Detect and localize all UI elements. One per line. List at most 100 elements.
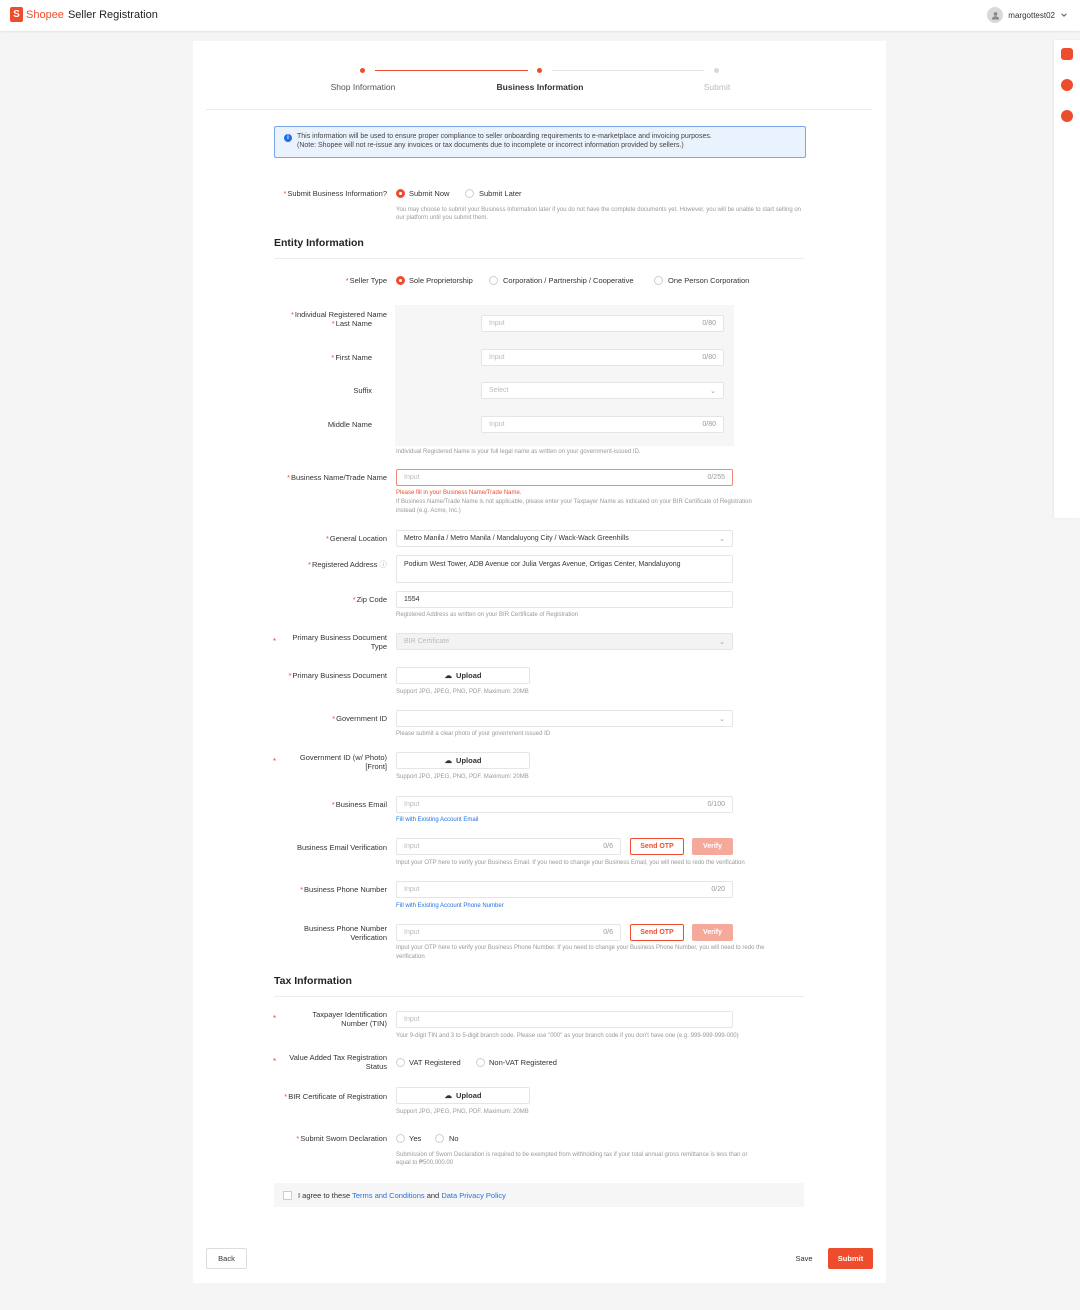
bir-hint: Support JPG, JPEG, PNG, PDF. Maximum: 20… — [396, 1109, 529, 1115]
sworn-no-label[interactable]: No — [449, 1134, 459, 1143]
registered-address-input[interactable]: Podium West Tower, ADB Avenue cor Julia … — [396, 555, 733, 583]
primary-doc-type-select: BIR Certificate ⌄ — [396, 633, 733, 650]
government-id-photo-hint: Support JPG, JPEG, PNG, PDF. Maximum: 20… — [396, 774, 529, 780]
email-verification-hint: Input your OTP here to verify your Busin… — [396, 860, 745, 866]
business-name-hint-2: instead (e.g. Acme, Inc.) — [396, 508, 461, 514]
notification-icon[interactable] — [1061, 48, 1073, 60]
agree-checkbox[interactable] — [283, 1191, 292, 1200]
phone-verification-hint-1: Input your OTP here to verify your Busin… — [396, 945, 765, 951]
zip-code-hint: Registered Address as written on your BI… — [396, 612, 579, 618]
first-name-input[interactable]: Input 0/80 — [481, 349, 724, 366]
phone-otp-input[interactable]: Input 0/6 — [396, 924, 621, 941]
shopee-logo[interactable]: S Shopee Seller Registration — [10, 7, 158, 22]
upload-icon: ☁ — [444, 756, 453, 765]
entity-information-title: Entity Information — [274, 237, 364, 249]
chevron-down-icon: ⌄ — [719, 715, 725, 723]
business-name-hint-1: If Business Name/Trade Name is not appli… — [396, 499, 752, 505]
tin-label: Taxpayer Identification Number (TIN) — [312, 1010, 387, 1028]
submit-now-label[interactable]: Submit Now — [409, 189, 449, 198]
upload-icon: ☁ — [444, 671, 453, 680]
sworn-no-radio[interactable] — [435, 1134, 444, 1143]
terms-link[interactable]: Terms and Conditions — [352, 1191, 425, 1200]
registered-address-label: *Registered Address ⓘ — [308, 560, 387, 569]
user-menu[interactable]: margottest02 — [987, 7, 1068, 23]
back-button[interactable]: Back — [206, 1248, 247, 1269]
chevron-down-icon — [1061, 13, 1067, 17]
step-business-information: Business Information — [496, 82, 584, 92]
required-mark: * — [273, 1014, 277, 1023]
email-verify-button[interactable]: Verify — [692, 838, 733, 855]
suffix-label: Suffix — [353, 386, 372, 395]
step-submit: Submit — [703, 82, 731, 92]
vat-registered-label[interactable]: VAT Registered — [409, 1058, 461, 1067]
middle-name-label: Middle Name — [327, 420, 372, 429]
step-dot-submit — [714, 68, 719, 73]
bir-upload-button[interactable]: ☁ Upload — [396, 1087, 530, 1104]
corporation-label[interactable]: Corporation / Partnership / Cooperative — [503, 276, 634, 285]
phone-send-otp-button[interactable]: Send OTP — [630, 924, 684, 941]
submit-later-radio[interactable] — [465, 189, 474, 198]
submit-now-radio[interactable] — [396, 189, 405, 198]
vat-status-label: Value Added Tax Registration Status — [289, 1053, 387, 1071]
vat-registered-radio[interactable] — [396, 1058, 405, 1067]
email-otp-input[interactable]: Input 0/6 — [396, 838, 621, 855]
one-person-corporation-label[interactable]: One Person Corporation — [668, 276, 749, 285]
submit-button[interactable]: Submit — [828, 1248, 873, 1269]
business-name-input[interactable]: Input 0/255 — [396, 469, 733, 486]
sworn-declaration-label: *Submit Sworn Declaration — [296, 1134, 387, 1143]
privacy-link[interactable]: Data Privacy Policy — [441, 1191, 506, 1200]
corporation-radio[interactable] — [489, 276, 498, 285]
sole-proprietorship-label[interactable]: Sole Proprietorship — [409, 276, 473, 285]
fill-existing-phone-link[interactable]: Fill with Existing Account Phone Number — [396, 902, 806, 910]
business-phone-label: *Business Phone Number — [300, 885, 387, 894]
sworn-yes-label[interactable]: Yes — [409, 1134, 421, 1143]
submit-info-label: *Submit Business Information? — [283, 189, 387, 198]
sole-proprietorship-radio[interactable] — [396, 276, 405, 285]
sworn-hint-2: equal to ₱500,000.00 — [396, 1160, 454, 1166]
required-mark: * — [273, 1057, 277, 1066]
phone-verify-button[interactable]: Verify — [692, 924, 733, 941]
app-title: Seller Registration — [67, 8, 158, 21]
sworn-yes-radio[interactable] — [396, 1134, 405, 1143]
seller-type-label: *Seller Type — [345, 276, 387, 285]
chat-icon[interactable] — [1061, 110, 1073, 122]
last-name-label: *Last Name — [331, 319, 372, 328]
user-icon — [991, 11, 999, 20]
required-mark: * — [273, 637, 277, 646]
middle-name-input[interactable]: Input 0/80 — [481, 416, 724, 433]
last-name-input[interactable]: Input 0/80 — [481, 315, 724, 332]
notice-line-2: (Note: Shopee will not re-issue any invo… — [297, 142, 684, 149]
top-bar: S Shopee Seller Registration margottest0… — [0, 0, 1080, 31]
business-phone-input[interactable]: Input 0/20 — [396, 881, 733, 898]
general-location-label: *General Location — [325, 534, 387, 543]
submit-later-label[interactable]: Submit Later — [479, 189, 522, 198]
tin-input[interactable]: Input — [396, 1011, 733, 1028]
general-location-select[interactable]: Metro Manila / Metro Manila / Mandaluyon… — [396, 530, 733, 547]
one-person-corporation-radio[interactable] — [654, 276, 663, 285]
info-icon: i — [284, 134, 292, 142]
suffix-select[interactable]: Select ⌄ — [481, 382, 724, 399]
support-icon[interactable] — [1061, 79, 1073, 91]
non-vat-registered-label[interactable]: Non-VAT Registered — [489, 1058, 557, 1067]
avatar — [987, 7, 1004, 23]
email-send-otp-button[interactable]: Send OTP — [630, 838, 684, 855]
government-id-photo-label: Government ID (w/ Photo) [Front] — [299, 753, 387, 771]
primary-doc-upload-button[interactable]: ☁ Upload — [396, 667, 530, 684]
fill-existing-email-link[interactable]: Fill with Existing Account Email — [396, 816, 806, 824]
non-vat-registered-radio[interactable] — [476, 1058, 485, 1067]
email-verification-label: Business Email Verification — [296, 843, 387, 852]
government-id-select[interactable]: ⌄ — [396, 710, 733, 727]
save-button[interactable]: Save — [784, 1248, 824, 1269]
chevron-down-icon: ⌄ — [719, 638, 725, 646]
registered-name-label: *Individual Registered Name — [290, 310, 387, 319]
bir-certificate-label: *BIR Certificate of Registration — [284, 1092, 387, 1101]
agreement-row: I agree to these Terms and Conditions an… — [274, 1183, 804, 1207]
zip-code-label: *Zip Code — [352, 595, 387, 604]
zip-code-input[interactable]: 1554 — [396, 591, 733, 608]
business-email-input[interactable]: Input 0/100 — [396, 796, 733, 813]
notice-line-1: This information will be used to ensure … — [297, 133, 712, 140]
phone-verification-label: Business Phone Number Verification — [304, 924, 387, 942]
government-id-upload-button[interactable]: ☁ Upload — [396, 752, 530, 769]
entity-divider — [274, 258, 804, 259]
first-name-label: *First Name — [331, 353, 372, 362]
